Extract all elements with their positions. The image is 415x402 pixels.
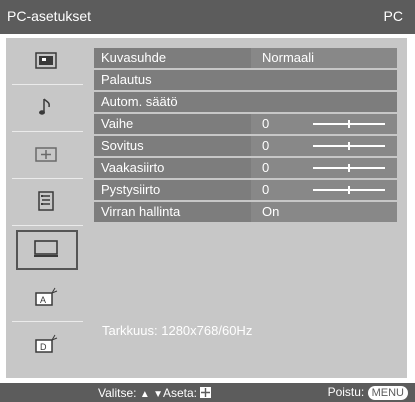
ok-dpad-icon bbox=[200, 387, 212, 398]
menu-row-value-cell: 0 bbox=[251, 136, 397, 156]
menu-row-sovitus[interactable]: Sovitus 0 bbox=[94, 136, 397, 156]
menu-row-label: Autom. säätö bbox=[101, 94, 178, 109]
screen-icon bbox=[35, 147, 57, 162]
exit-hint: Poistu: MENU bbox=[328, 385, 408, 400]
menu-row-label: Vaakasiirto bbox=[101, 160, 165, 175]
menu-row-label: Vaihe bbox=[101, 116, 134, 131]
sidebar-item-digital-tuning[interactable]: D bbox=[6, 322, 89, 369]
digital-tuning-icon: D bbox=[35, 334, 58, 353]
sidebar-item-screen[interactable] bbox=[6, 132, 89, 179]
menu-key-icon[interactable]: MENU bbox=[367, 386, 408, 400]
menu-row-virran-hallinta[interactable]: Virran hallinta On bbox=[94, 202, 397, 222]
menu-row-value: 0 bbox=[262, 116, 270, 131]
menu-row-value: 0 bbox=[262, 182, 270, 197]
menu-row-label: Palautus bbox=[101, 72, 152, 87]
menu-row-value-cell: Normaali bbox=[251, 48, 397, 68]
menu-row-value: 0 bbox=[262, 160, 270, 175]
resolution-info: Tarkkuus: 1280x768/60Hz bbox=[102, 323, 253, 338]
sidebar-item-picture[interactable] bbox=[6, 38, 89, 85]
picture-icon bbox=[35, 52, 57, 69]
slider-knob[interactable] bbox=[348, 142, 350, 150]
menu-row-value-cell: On bbox=[251, 202, 397, 222]
source-label: PC bbox=[383, 8, 403, 24]
navigation-hint: Valitse: ▲ ▼Aseta: bbox=[98, 386, 212, 400]
svg-text:A: A bbox=[40, 295, 46, 305]
exit-hint-label: Poistu: bbox=[327, 385, 365, 399]
tv-osd-screen: PC-asetukset PC A D Kuvasuhde Normaali P… bbox=[0, 0, 415, 402]
select-hint-label: Valitse: bbox=[98, 386, 137, 400]
arrow-up-icon: ▲ bbox=[139, 389, 150, 400]
slider-knob[interactable] bbox=[348, 120, 350, 128]
menu-row-value: On bbox=[262, 204, 280, 219]
sidebar-item-pc[interactable] bbox=[6, 226, 89, 273]
menu-row-label: Virran hallinta bbox=[101, 204, 181, 219]
menu-row-vaakasiirto[interactable]: Vaakasiirto 0 bbox=[94, 158, 397, 178]
menu-row-value-cell: 0 bbox=[251, 158, 397, 178]
menu-row-pystysiirto[interactable]: Pystysiirto 0 bbox=[94, 180, 397, 200]
sidebar-item-sound[interactable] bbox=[6, 85, 89, 132]
slider-knob[interactable] bbox=[348, 164, 350, 172]
sound-icon bbox=[39, 98, 50, 115]
sidebar-item-features[interactable] bbox=[6, 179, 89, 226]
title-bar: PC-asetukset PC bbox=[0, 0, 415, 34]
menu-panel: A D Kuvasuhde Normaali Palautus Autom. s… bbox=[6, 38, 407, 378]
features-icon bbox=[38, 191, 54, 211]
menu-row-label: Sovitus bbox=[101, 138, 144, 153]
menu-row-autom-saato[interactable]: Autom. säätö bbox=[94, 92, 397, 112]
menu-row-vaihe[interactable]: Vaihe 0 bbox=[94, 114, 397, 134]
menu-row-value: Normaali bbox=[262, 50, 315, 65]
pc-monitor-icon bbox=[34, 240, 58, 257]
menu-title: PC-asetukset bbox=[7, 8, 92, 24]
menu-row-kuvasuhde[interactable]: Kuvasuhde Normaali bbox=[94, 48, 397, 68]
analog-tuning-icon: A bbox=[35, 287, 58, 306]
menu-row-label: Pystysiirto bbox=[101, 182, 161, 197]
category-sidebar: A D bbox=[6, 38, 89, 378]
menu-row-label: Kuvasuhde bbox=[101, 50, 167, 65]
menu-row-value-cell: 0 bbox=[251, 180, 397, 200]
help-bar: Valitse: ▲ ▼Aseta: Poistu: MENU bbox=[0, 383, 415, 402]
slider-knob[interactable] bbox=[348, 186, 350, 194]
svg-text:D: D bbox=[40, 342, 47, 352]
menu-row-value-cell: 0 bbox=[251, 114, 397, 134]
arrow-down-icon: ▼ bbox=[153, 389, 163, 400]
set-hint-label: Aseta: bbox=[162, 386, 197, 400]
sidebar-item-analog-tuning[interactable]: A bbox=[6, 275, 89, 322]
menu-row-palautus[interactable]: Palautus bbox=[94, 70, 397, 90]
menu-row-value: 0 bbox=[262, 138, 270, 153]
